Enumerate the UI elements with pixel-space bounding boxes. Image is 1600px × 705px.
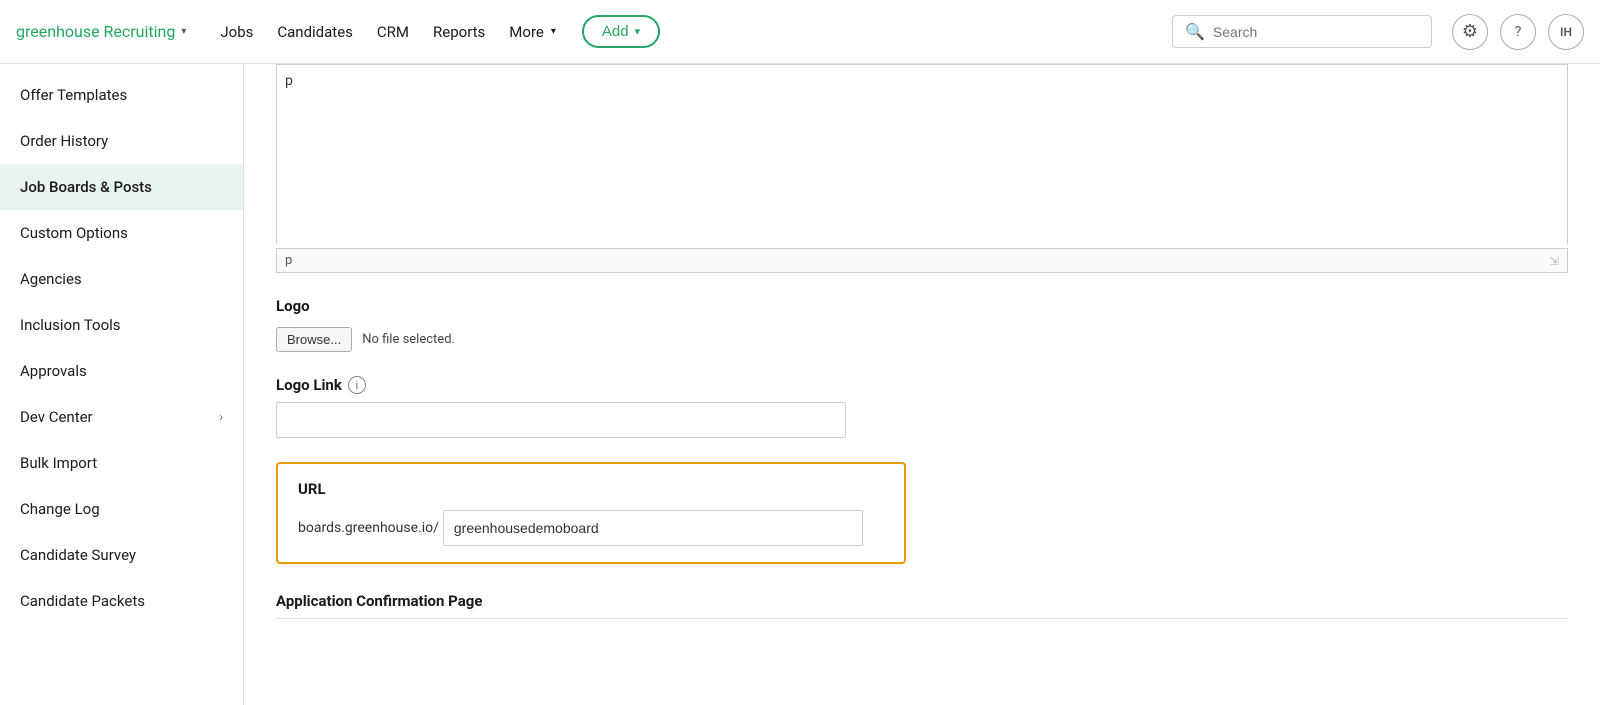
logo-section-label: Logo bbox=[276, 297, 1568, 315]
brand-name: greenhouse Recruiting bbox=[16, 22, 175, 41]
search-area: 🔍 bbox=[1172, 15, 1432, 48]
logo-link-info-icon[interactable]: i bbox=[348, 376, 366, 394]
url-prefix-label: boards.greenhouse.io/ bbox=[298, 520, 439, 536]
browse-button[interactable]: Browse... bbox=[276, 327, 352, 352]
resize-handle-icon[interactable]: ⇲ bbox=[1549, 254, 1559, 268]
textarea-bottom-bar: p ⇲ bbox=[276, 248, 1568, 273]
brand-logo[interactable]: greenhouse Recruiting ▾ bbox=[16, 22, 186, 41]
sidebar-item-candidate-survey[interactable]: Candidate Survey bbox=[0, 532, 243, 578]
search-icon: 🔍 bbox=[1185, 22, 1205, 41]
add-button[interactable]: Add ▾ bbox=[582, 15, 660, 48]
nav-links: Jobs Candidates CRM Reports More ▾ bbox=[210, 15, 566, 49]
sidebar-item-job-boards-posts[interactable]: Job Boards & Posts bbox=[0, 164, 243, 210]
settings-icon-button[interactable]: ⚙ bbox=[1452, 14, 1488, 50]
logo-link-section-label: Logo Link bbox=[276, 376, 342, 394]
url-section-label: URL bbox=[298, 480, 884, 498]
sidebar-item-bulk-import[interactable]: Bulk Import bbox=[0, 440, 243, 486]
url-section: URL boards.greenhouse.io/ bbox=[276, 462, 906, 564]
nav-crm[interactable]: CRM bbox=[367, 15, 419, 49]
chevron-right-icon: › bbox=[219, 410, 223, 424]
textarea-section: p p ⇲ bbox=[276, 64, 1568, 273]
app-confirmation-section: Application Confirmation Page bbox=[276, 592, 1568, 619]
sidebar-item-change-log[interactable]: Change Log bbox=[0, 486, 243, 532]
gear-icon: ⚙ bbox=[1462, 21, 1478, 42]
main-content: p p ⇲ Logo Browse... No file selected. L… bbox=[244, 64, 1600, 705]
logo-link-section: Logo Link i bbox=[276, 376, 1568, 438]
url-row: boards.greenhouse.io/ bbox=[298, 510, 884, 546]
section-divider bbox=[276, 618, 1568, 619]
nav-icon-area: ⚙ ? IH bbox=[1452, 14, 1584, 50]
page-body: Offer Templates Order History Job Boards… bbox=[0, 64, 1600, 705]
help-icon-button[interactable]: ? bbox=[1500, 14, 1536, 50]
search-input[interactable] bbox=[1213, 24, 1419, 40]
user-avatar-button[interactable]: IH bbox=[1548, 14, 1584, 50]
logo-link-input[interactable] bbox=[276, 402, 846, 438]
logo-link-label-row: Logo Link i bbox=[276, 376, 1568, 394]
sidebar-item-inclusion-tools[interactable]: Inclusion Tools bbox=[0, 302, 243, 348]
sidebar-item-order-history[interactable]: Order History bbox=[0, 118, 243, 164]
brand-chevron-icon: ▾ bbox=[181, 26, 186, 37]
textarea-status-label: p bbox=[285, 253, 292, 268]
nav-more[interactable]: More ▾ bbox=[499, 15, 566, 49]
sidebar-item-custom-options[interactable]: Custom Options bbox=[0, 210, 243, 256]
sidebar-item-agencies[interactable]: Agencies bbox=[0, 256, 243, 302]
sidebar-item-dev-center[interactable]: Dev Center › bbox=[0, 394, 243, 440]
user-initials: IH bbox=[1560, 25, 1572, 39]
help-icon: ? bbox=[1515, 24, 1522, 40]
content-textarea[interactable]: p bbox=[276, 64, 1568, 244]
top-navigation: greenhouse Recruiting ▾ Jobs Candidates … bbox=[0, 0, 1600, 64]
sidebar-item-candidate-packets[interactable]: Candidate Packets bbox=[0, 578, 243, 624]
nav-candidates[interactable]: Candidates bbox=[267, 15, 363, 49]
nav-reports[interactable]: Reports bbox=[423, 15, 495, 49]
no-file-label: No file selected. bbox=[362, 332, 455, 347]
url-input[interactable] bbox=[443, 510, 863, 546]
sidebar-item-approvals[interactable]: Approvals bbox=[0, 348, 243, 394]
sidebar: Offer Templates Order History Job Boards… bbox=[0, 64, 244, 705]
nav-jobs[interactable]: Jobs bbox=[210, 15, 263, 49]
logo-browse-row: Browse... No file selected. bbox=[276, 327, 1568, 352]
app-confirm-label: Application Confirmation Page bbox=[276, 592, 1568, 610]
logo-section: Logo Browse... No file selected. bbox=[276, 297, 1568, 352]
sidebar-item-offer-templates[interactable]: Offer Templates bbox=[0, 72, 243, 118]
